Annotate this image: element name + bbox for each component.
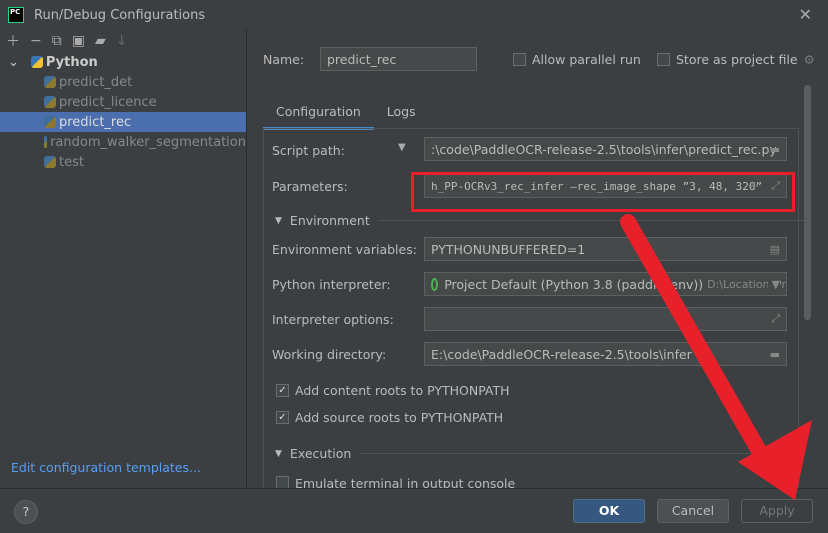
red-arrow-annotation — [620, 214, 812, 500]
